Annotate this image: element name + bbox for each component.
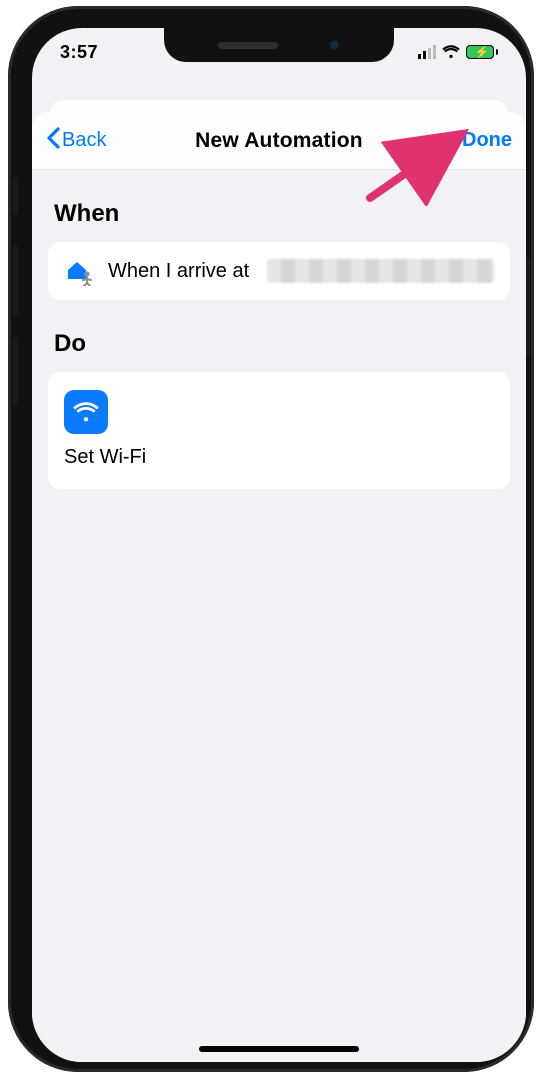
action-name: Set Wi-Fi — [64, 446, 494, 469]
page-title: New Automation — [146, 129, 412, 153]
cellular-signal-icon — [418, 45, 436, 59]
wifi-status-icon — [442, 45, 460, 59]
screen: 3:57 ⚡ Back — [32, 28, 526, 1062]
home-indicator[interactable] — [199, 1046, 359, 1052]
status-indicators: ⚡ — [418, 45, 499, 59]
modal-sheet: Back New Automation Done When — [32, 112, 526, 1062]
chevron-left-icon — [46, 127, 60, 155]
redacted-location — [267, 259, 494, 283]
wifi-app-icon — [64, 390, 108, 434]
back-label: Back — [62, 129, 106, 152]
when-section-header: When — [48, 170, 510, 242]
when-condition-card[interactable]: When I arrive at — [48, 242, 510, 300]
phone-frame: 3:57 ⚡ Back — [8, 6, 534, 1072]
volume-up-button — [12, 246, 18, 316]
back-button[interactable]: Back — [46, 127, 146, 155]
done-label: Done — [462, 129, 512, 151]
clock: 3:57 — [60, 42, 98, 63]
content-area: When When I arrive at — [32, 170, 526, 1062]
when-condition-text: When I arrive at — [108, 260, 249, 283]
nav-bar: Back New Automation Done — [32, 112, 526, 170]
mute-switch — [12, 176, 18, 216]
do-action-card[interactable]: Set Wi-Fi — [48, 372, 510, 489]
done-button[interactable]: Done — [412, 129, 512, 152]
volume-down-button — [12, 336, 18, 406]
battery-charging-icon: ⚡ — [466, 45, 499, 59]
notch — [164, 28, 394, 62]
speaker-grille — [218, 42, 278, 49]
front-camera — [328, 39, 340, 51]
do-section-header: Do — [48, 300, 510, 372]
home-arrive-icon — [64, 256, 94, 286]
